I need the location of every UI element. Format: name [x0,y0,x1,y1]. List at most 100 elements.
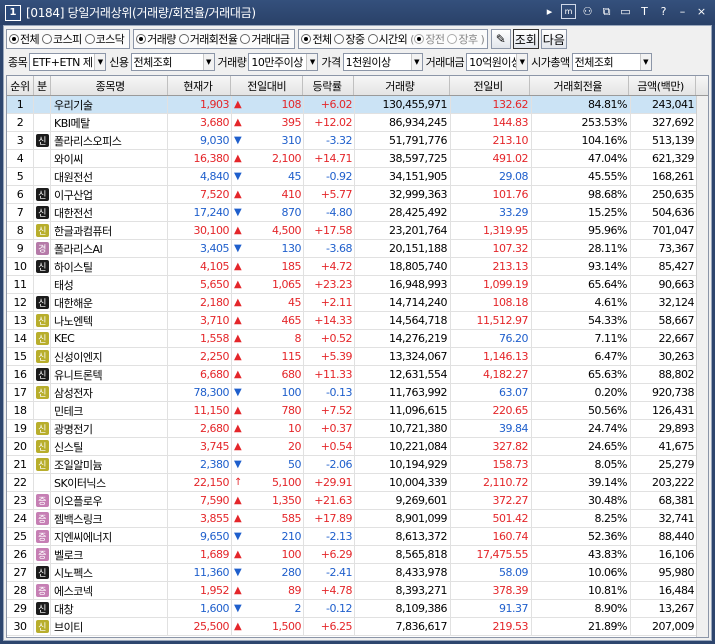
stock-name-cell[interactable]: 벨로크 [51,546,168,563]
window-split-icon[interactable]: ⧉ [599,4,614,19]
stock-type-select[interactable]: ETF+ETN 제 ▼ [29,53,107,71]
stock-name-cell[interactable]: 민테크 [51,402,168,419]
stock-name-cell[interactable]: 폴라리스AI [51,240,168,257]
pencil-icon[interactable]: ✎ [490,29,511,49]
stock-name-cell[interactable]: 대창 [51,600,168,617]
stock-name-cell[interactable]: 하이스틸 [51,258,168,275]
table-row[interactable]: 30 신 브이티 25,500 ▲ 1,500 +6.25 7,836,617 219.53 21… [7,618,708,636]
stock-name-cell[interactable]: 지엔씨에너지 [51,528,168,545]
session-radio-1[interactable]: 장중 [334,31,365,47]
stock-name-cell[interactable]: 와이씨 [51,150,168,167]
help-icon[interactable]: ? [656,4,671,19]
stock-name-cell[interactable]: 신스틸 [51,438,168,455]
table-row[interactable]: 15 신 신성이엔지 2,250 ▲ 115 +5.39 13,324,067 1,146.13… [7,348,708,366]
column-header[interactable]: 현재가 [168,76,232,95]
sub-session-radio-1[interactable]: 장후 [447,31,478,47]
table-row[interactable]: 19 신 광명전기 2,680 ▲ 10 +0.37 10,721,380 39.84 24.74… [7,420,708,438]
stock-name-cell[interactable]: 조일알미늄 [51,456,168,473]
stock-name-cell[interactable]: 우리기술 [51,96,168,113]
stock-name-cell[interactable]: 신성이엔지 [51,348,168,365]
table-row[interactable]: 10 신 하이스틸 4,105 ▲ 185 +4.72 18,805,740 213.13 93.… [7,258,708,276]
market-radio-2[interactable]: 코스닥 [84,31,125,47]
stock-name-cell[interactable]: 삼성전자 [51,384,168,401]
stock-name-cell[interactable]: 이구산업 [51,186,168,203]
stock-name-cell[interactable]: 광명전기 [51,420,168,437]
stock-name-cell[interactable]: 에스코넥 [51,582,168,599]
sort-radio-0[interactable]: 거래량 [136,31,176,47]
link-icon[interactable]: ⚇ [580,4,595,19]
table-row[interactable]: 18 민테크 11,150 ▲ 780 +7.52 11,096,615 220.65 50.5… [7,402,708,420]
table-row[interactable]: 24 증 젬백스링크 3,855 ▲ 585 +17.89 8,901,099 501.42 8.… [7,510,708,528]
table-row[interactable]: 21 신 조일알미늄 2,380 ▼ 50 -2.06 10,194,929 158.73 8.0… [7,456,708,474]
table-row[interactable]: 27 신 시노펙스 11,360 ▼ 280 -2.41 8,433,978 58.09 10.0… [7,564,708,582]
stock-name-cell[interactable]: 브이티 [51,618,168,635]
stock-name-cell[interactable]: 대한전선 [51,204,168,221]
table-row[interactable]: 7 신 대한전선 17,240 ▼ 870 -4.80 28,425,492 33.29 15.2… [7,204,708,222]
table-row[interactable]: 25 증 지엔씨에너지 9,650 ▼ 210 -2.13 8,613,372 160.74 52… [7,528,708,546]
table-row[interactable]: 8 신 한글과컴퓨터 30,100 ▲ 4,500 +17.58 23,201,764 1,31… [7,222,708,240]
table-row[interactable]: 26 증 벨로크 1,689 ▲ 100 +6.29 8,565,818 17,475.55 43… [7,546,708,564]
table-row[interactable]: 5 대원전선 4,840 ▼ 45 -0.92 34,151,905 29.08 45.55% 1… [7,168,708,186]
column-header[interactable]: 금액(백만) [629,76,697,95]
table-row[interactable]: 11 태성 5,650 ▲ 1,065 +23.23 16,948,993 1,099.19 6… [7,276,708,294]
table-row[interactable]: 13 신 나노엔텍 3,710 ▲ 465 +14.33 14,564,718 11,512.9… [7,312,708,330]
column-header[interactable]: 전일비 [450,76,531,95]
stock-name-cell[interactable]: KEC [51,330,168,347]
stock-name-cell[interactable]: KBI메탈 [51,114,168,131]
stock-name-cell[interactable]: 유니트론텍 [51,366,168,383]
table-row[interactable]: 23 증 이오플로우 7,590 ▲ 1,350 +21.63 9,269,601 372.27… [7,492,708,510]
market-radio-0[interactable]: 전체 [9,31,40,47]
table-row[interactable]: 1 우리기술 1,903 ▲ 108 +6.02 130,455,971 132.62 84.8… [7,96,708,114]
table-row[interactable]: 2 KBI메탈 3,680 ▲ 395 +12.02 86,934,245 144.83 253… [7,114,708,132]
table-row[interactable]: 6 신 이구산업 7,520 ▲ 410 +5.77 32,999,363 101.76 98.6… [7,186,708,204]
table-row[interactable]: 12 신 대한해운 2,180 ▲ 45 +2.11 14,714,240 108.18 4.61… [7,294,708,312]
next-button[interactable]: 다음 [540,29,567,49]
table-row[interactable]: 29 신 대창 1,600 ▼ 2 -0.12 8,109,386 91.37 8.90% 13,2… [7,600,708,618]
lookup-button[interactable]: 조회 [512,29,539,49]
stock-name-cell[interactable]: 태성 [51,276,168,293]
session-radio-0[interactable]: 전체 [301,31,332,47]
volume-select[interactable]: 10만주이상 ▼ [248,53,319,71]
session-radio-2[interactable]: 시간외 [367,31,408,47]
mcap-select[interactable]: 전체조회 ▼ [571,53,652,71]
column-header[interactable]: 순위 [7,76,34,95]
column-header[interactable]: 등락률 [303,76,354,95]
stock-name-cell[interactable]: 나노엔텍 [51,312,168,329]
pin-arrow-icon[interactable]: ▸ [542,4,557,19]
table-row[interactable]: 9 경 폴라리스AI 3,405 ▼ 130 -3.68 20,151,188 107.32 28… [7,240,708,258]
stock-name-cell[interactable]: 대원전선 [51,168,168,185]
column-header[interactable]: 전일대비 [231,76,304,95]
table-row[interactable]: 4 와이씨 16,380 ▲ 2,100 +14.71 38,597,725 491.02 47… [7,150,708,168]
font-size-icon[interactable]: T [637,4,652,19]
sort-radio-1[interactable]: 거래회전율 [178,31,238,47]
table-row[interactable]: 14 신 KEC 1,558 ▲ 8 +0.52 14,276,219 76.20 7.11% 22… [7,330,708,348]
stock-name-cell[interactable]: 이오플로우 [51,492,168,509]
stock-name-cell[interactable]: SK이터닉스 [51,474,168,491]
column-header[interactable]: 분 [34,76,51,95]
close-icon[interactable]: × [694,4,709,19]
market-radio-1[interactable]: 코스피 [42,31,82,47]
menu-m-icon[interactable]: m [561,4,576,19]
minimize-icon[interactable]: – [675,4,690,19]
window-tile-icon[interactable]: ▭ [618,4,633,19]
column-header[interactable]: 거래량 [354,76,450,95]
table-row[interactable]: 20 신 신스틸 3,745 ▲ 20 +0.54 10,221,084 327.82 24.65… [7,438,708,456]
table-row[interactable]: 17 신 삼성전자 78,300 ▼ 100 -0.13 11,763,992 63.07 0.2… [7,384,708,402]
sort-radio-2[interactable]: 거래대금 [240,31,290,47]
table-row[interactable]: 3 신 폴라리스오피스 9,030 ▼ 310 -3.32 51,791,776 213.10 1… [7,132,708,150]
amount-select[interactable]: 10억원이상 ▼ [466,53,529,71]
stock-name-cell[interactable]: 대한해운 [51,294,168,311]
column-header[interactable]: 종목명 [51,76,168,95]
stock-name-cell[interactable]: 젬백스링크 [51,510,168,527]
stock-name-cell[interactable]: 폴라리스오피스 [51,132,168,149]
column-header[interactable]: 거래회전율 [530,76,630,95]
table-row[interactable]: 28 증 에스코넥 1,952 ▲ 89 +4.78 8,393,271 378.39 10.81… [7,582,708,600]
table-row[interactable]: 22 SK이터닉스 22,150 ↑ 5,100 +29.91 10,004,339 2,11… [7,474,708,492]
vertical-scrollbar[interactable] [696,96,708,637]
stock-name-cell[interactable]: 시노펙스 [51,564,168,581]
table-row[interactable]: 16 신 유니트론텍 6,680 ▲ 680 +11.33 12,631,554 4,182.2… [7,366,708,384]
credit-select[interactable]: 전체조회 ▼ [130,53,215,71]
price-select[interactable]: 1천원이상 ▼ [342,53,423,71]
sub-session-radio-0[interactable]: 장전 [414,31,445,47]
stock-name-cell[interactable]: 한글과컴퓨터 [51,222,168,239]
